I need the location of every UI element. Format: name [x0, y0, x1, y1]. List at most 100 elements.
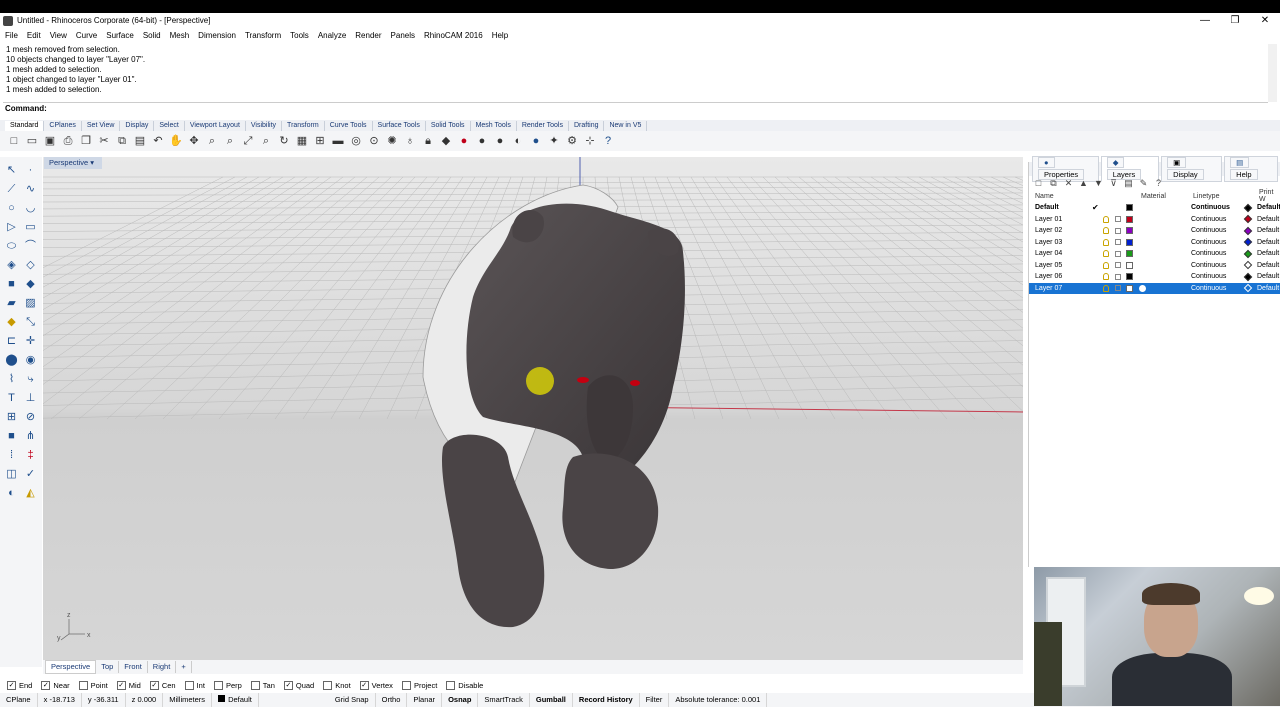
render-sphere-icon[interactable]: ● — [492, 133, 508, 149]
paint-bucket-icon[interactable]: ◆ — [438, 133, 454, 149]
menu-dimension[interactable]: Dimension — [198, 31, 236, 40]
viewport-menu-icon[interactable]: ▾ — [90, 158, 94, 167]
menu-tools[interactable]: Tools — [290, 31, 309, 40]
menu-surface[interactable]: Surface — [106, 31, 134, 40]
tab-cplanes[interactable]: CPlanes — [44, 120, 82, 131]
layer-states-icon[interactable]: ▤ — [1123, 178, 1134, 189]
copy-window-icon[interactable]: ❐ — [78, 133, 94, 149]
layer-color-swatch[interactable] — [1126, 273, 1133, 281]
menu-view[interactable]: View — [50, 31, 67, 40]
print-color-diamond-icon[interactable] — [1243, 215, 1253, 224]
layer-name[interactable]: Default — [1035, 204, 1059, 211]
curve-icon[interactable]: ∿ — [21, 180, 40, 199]
layer-linetype[interactable]: Continuous — [1191, 250, 1226, 257]
osnap-int[interactable]: Int — [184, 681, 205, 690]
group-icon[interactable]: ‡ — [21, 446, 40, 465]
layer-name[interactable]: Layer 07 — [1035, 285, 1062, 292]
print-color-diamond-icon[interactable] — [1243, 226, 1253, 235]
layer-print-width[interactable]: Default — [1257, 285, 1279, 292]
material-sphere-icon[interactable]: ● — [528, 133, 544, 149]
layer-name[interactable]: Layer 03 — [1035, 239, 1062, 246]
print-color-diamond-icon[interactable] — [1243, 238, 1253, 247]
bulb-icon[interactable]: ♁ — [402, 133, 418, 149]
status-cplane[interactable]: CPlane — [0, 693, 38, 707]
menu-solid[interactable]: Solid — [143, 31, 161, 40]
filter-toggle[interactable]: Filter — [640, 693, 670, 707]
layer-linetype[interactable]: Continuous — [1191, 239, 1226, 246]
history-scrollbar[interactable] — [1268, 44, 1277, 102]
layer-row[interactable]: Default ✔ Continuous Default — [1029, 202, 1280, 214]
record-history-toggle[interactable]: Record History — [573, 693, 640, 707]
fillet-icon[interactable]: ⌒ — [21, 237, 40, 256]
layer-print-width[interactable]: Default — [1257, 227, 1279, 234]
layer-linetype[interactable]: Continuous — [1191, 227, 1226, 234]
tab-help-panel[interactable]: ▤ Help — [1224, 156, 1278, 182]
layer-name[interactable]: Layer 06 — [1035, 273, 1062, 280]
osnap-checkbox[interactable] — [401, 681, 411, 690]
col-linetype[interactable]: Linetype — [1193, 193, 1219, 200]
layer-print-width[interactable]: Default — [1257, 262, 1279, 269]
solid-icon[interactable]: ⬤ — [2, 351, 21, 370]
block-icon[interactable]: ■ — [2, 427, 21, 446]
menu-edit[interactable]: Edit — [27, 31, 41, 40]
layer-color-swatch[interactable] — [1126, 261, 1133, 269]
perspective-viewport[interactable]: z x y — [43, 157, 1023, 660]
menu-rhinocam[interactable]: RhinoCAM 2016 — [424, 31, 483, 40]
layer-lock-icon[interactable] — [1115, 227, 1121, 234]
tab-curve-tools[interactable]: Curve Tools — [325, 120, 373, 131]
gumball-toggle[interactable]: Gumball — [530, 693, 573, 707]
col-material[interactable]: Material — [1141, 193, 1166, 200]
tab-transform[interactable]: Transform — [282, 120, 325, 131]
layer-lock-icon[interactable] — [1115, 250, 1121, 257]
tab-viewport-layout[interactable]: Viewport Layout — [185, 120, 246, 131]
add-viewport-tab[interactable]: + — [176, 661, 192, 673]
4-view-icon[interactable]: ⊞ — [312, 133, 328, 149]
rectangle-icon[interactable]: ▭ — [21, 218, 40, 237]
menu-curve[interactable]: Curve — [76, 31, 97, 40]
shaded-sphere-icon[interactable]: ● — [474, 133, 490, 149]
grid-snap-toggle[interactable]: Grid Snap — [329, 693, 376, 707]
layer-color-swatch[interactable] — [1126, 227, 1133, 235]
osnap-checkbox[interactable] — [250, 681, 260, 690]
text-icon[interactable]: T — [2, 389, 21, 408]
undo-icon[interactable]: ↶ — [150, 133, 166, 149]
tab-display[interactable]: Display — [120, 120, 155, 131]
grid-array-icon[interactable]: ⁞ — [2, 446, 21, 465]
boolean-icon[interactable]: ◆ — [21, 275, 40, 294]
layer-row[interactable]: Layer 07 Continuous Default — [1029, 282, 1280, 294]
osnap-knot[interactable]: Knot — [323, 681, 351, 690]
smarttrack-toggle[interactable]: SmartTrack — [478, 693, 530, 707]
osnap-checkbox[interactable]: ✓ — [283, 681, 293, 690]
print-color-diamond-icon[interactable] — [1243, 249, 1253, 258]
osnap-tan[interactable]: Tan — [250, 681, 275, 690]
layer-print-width[interactable]: Default — [1257, 204, 1280, 211]
ellipse-icon[interactable]: ⬭ — [2, 237, 21, 256]
tab-standard[interactable]: Standard — [5, 120, 45, 131]
paste-icon[interactable]: ▤ — [132, 133, 148, 149]
layer-name[interactable]: Layer 04 — [1035, 250, 1062, 257]
render-icon[interactable]: ◭ — [21, 484, 40, 503]
layer-visible-bulb-icon[interactable] — [1103, 215, 1109, 223]
join-icon[interactable]: ⌇ — [2, 370, 21, 389]
box-icon[interactable]: ■ — [2, 275, 21, 294]
explode-icon[interactable]: ⋔ — [21, 427, 40, 446]
layer-visible-bulb-icon[interactable] — [1103, 238, 1109, 246]
ortho-toggle[interactable]: Ortho — [376, 693, 408, 707]
layer-linetype[interactable]: Continuous — [1191, 262, 1226, 269]
extrude-icon[interactable]: ▰ — [2, 294, 21, 313]
lock-icon[interactable]: 🔒︎ — [420, 133, 436, 149]
layer-visible-bulb-icon[interactable] — [1103, 250, 1109, 258]
offset-icon[interactable]: ⊏ — [2, 332, 21, 351]
undo-view-icon[interactable]: ↻ — [276, 133, 292, 149]
array-icon[interactable]: ⊞ — [2, 408, 21, 427]
layer-lock-icon[interactable] — [1115, 273, 1121, 280]
osnap-checkbox[interactable]: ✓ — [41, 681, 51, 690]
osnap-quad[interactable]: ✓ Quad — [283, 681, 314, 690]
filter-icon[interactable]: ⊽ — [1108, 178, 1119, 189]
layer-visible-bulb-icon[interactable] — [1103, 273, 1109, 281]
tab-select[interactable]: Select — [154, 120, 185, 131]
osnap-checkbox[interactable]: ✓ — [7, 681, 16, 690]
layer-material-icon[interactable] — [1139, 284, 1146, 292]
point-tool-icon[interactable]: · — [21, 161, 40, 180]
planar-toggle[interactable]: Planar — [407, 693, 443, 707]
